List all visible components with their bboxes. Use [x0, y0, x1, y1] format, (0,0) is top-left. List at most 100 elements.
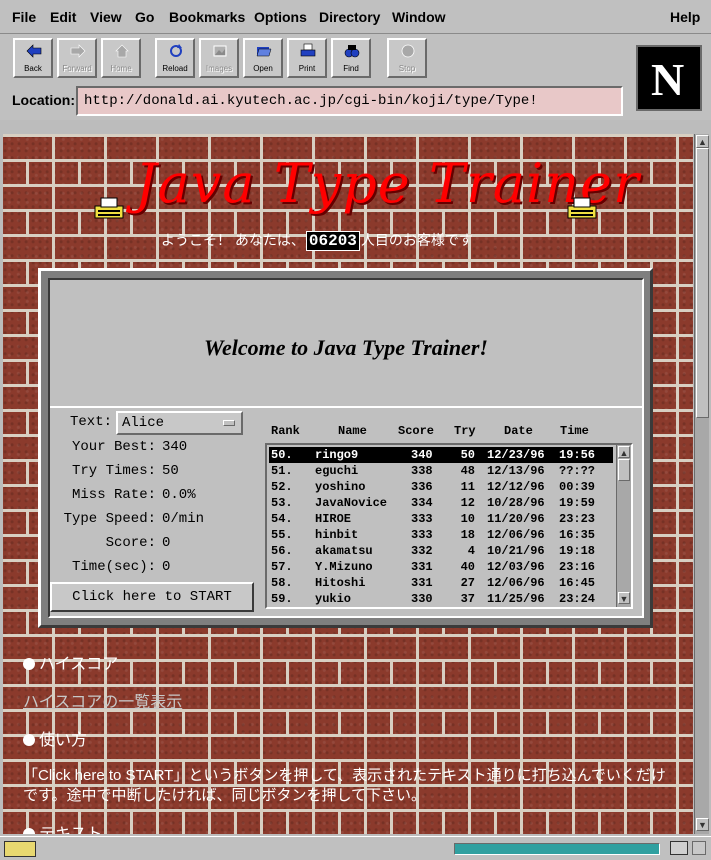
visitor-counter: 06203: [305, 231, 360, 251]
cell-name: eguchi: [315, 464, 359, 478]
back-button[interactable]: Back: [13, 38, 53, 78]
cell-try: 50: [460, 448, 475, 462]
miss-rate-value: 0.0%: [162, 487, 196, 503]
menu-edit[interactable]: Edit: [50, 9, 76, 25]
cell-time: 19:56: [559, 448, 596, 462]
welcome-suffix: 人目のお客様です: [360, 232, 473, 248]
cell-date: 10/28/96: [487, 496, 545, 510]
cell-rank: 55.: [271, 528, 293, 542]
netscape-logo[interactable]: N: [636, 45, 702, 111]
table-row[interactable]: 52. yoshino 336 11 12/12/96 00:39: [269, 479, 613, 495]
scroll-down-icon[interactable]: ▼: [618, 592, 630, 604]
open-button[interactable]: Open: [243, 38, 283, 78]
cell-rank: 50.: [271, 448, 293, 462]
typewriter-icon: [94, 197, 124, 219]
cell-score: 331: [411, 576, 433, 590]
cell-date: 12/12/96: [487, 480, 545, 494]
cell-try: 11: [460, 480, 475, 494]
location-field[interactable]: http://donald.ai.kyutech.ac.jp/cgi-bin/k…: [76, 86, 623, 116]
scroll-up-icon[interactable]: ▲: [618, 446, 630, 458]
menu-options[interactable]: Options: [254, 9, 307, 25]
usage-heading-text: 使い方: [39, 732, 88, 749]
menu-bar: File Edit View Go Bookmarks Options Dire…: [0, 0, 711, 34]
column-name: Name: [338, 424, 367, 438]
text-select[interactable]: Alice: [116, 411, 243, 435]
applet-banner: Welcome to Java Type Trainer!: [50, 280, 642, 408]
cell-rank: 57.: [271, 560, 293, 574]
highscore-heading: ハイスコア: [23, 650, 118, 674]
cell-rank: 53.: [271, 496, 293, 510]
cell-date: 10/21/96: [487, 544, 545, 558]
table-row[interactable]: 56. akamatsu 332 4 10/21/96 19:18: [269, 543, 613, 559]
cell-try: 4: [467, 544, 475, 558]
text-heading: テキスト: [23, 820, 103, 834]
table-row[interactable]: 58. Hitoshi 331 27 12/06/96 16:45: [269, 575, 613, 591]
menu-file[interactable]: File: [12, 9, 36, 25]
list-scrollbar[interactable]: ▲ ▼: [616, 445, 631, 607]
scroll-up-icon[interactable]: ▲: [696, 135, 709, 148]
cell-date: 12/23/96: [487, 448, 545, 462]
netscape-logo-letter: N: [651, 54, 685, 105]
table-row[interactable]: 55. hinbit 333 18 12/06/96 16:35: [269, 527, 613, 543]
page-scroll-thumb[interactable]: [696, 148, 709, 418]
text-heading-text: テキスト: [39, 826, 103, 834]
menu-go[interactable]: Go: [135, 9, 154, 25]
menu-window[interactable]: Window: [392, 9, 446, 25]
cell-date: 11/20/96: [487, 512, 545, 526]
menu-directory[interactable]: Directory: [319, 9, 380, 25]
time-value: 0: [162, 559, 171, 575]
cell-rank: 59.: [271, 592, 293, 606]
your-best-label: Your Best:: [71, 439, 156, 455]
cell-time: 23:24: [559, 592, 596, 606]
table-row[interactable]: 59. yukio 330 37 11/25/96 23:24: [269, 591, 613, 607]
cell-name: yoshino: [315, 480, 366, 494]
scroll-down-icon[interactable]: ▼: [696, 818, 709, 831]
find-label: Find: [343, 64, 359, 73]
cell-score: 338: [411, 464, 433, 478]
start-button[interactable]: Click here to START: [50, 582, 254, 612]
find-button[interactable]: Find: [331, 38, 371, 78]
highscore-list-link[interactable]: ハイスコアの一覧表示: [23, 688, 182, 712]
progress-bar: [454, 843, 660, 855]
time-label: Time(sec):: [71, 559, 156, 575]
usage-heading: 使い方: [23, 726, 87, 750]
images-button[interactable]: Images: [199, 38, 239, 78]
stop-button[interactable]: Stop: [387, 38, 427, 78]
cell-try: 27: [460, 576, 475, 590]
table-row[interactable]: 51. eguchi 338 48 12/13/96??:??: [269, 463, 613, 479]
security-key-icon[interactable]: [4, 841, 36, 857]
page-scrollbar[interactable]: ▲ ▼: [694, 134, 709, 834]
cell-time: 19:18: [559, 544, 596, 558]
miss-rate-label: Miss Rate:: [71, 487, 156, 503]
table-row[interactable]: 54. HIROE 333 10 11/20/96 23:23: [269, 511, 613, 527]
forward-arrow-icon: [70, 44, 86, 58]
print-button[interactable]: Print: [287, 38, 327, 78]
menu-bookmarks[interactable]: Bookmarks: [169, 9, 245, 25]
images-icon: [213, 45, 227, 57]
mail-icon[interactable]: [670, 841, 688, 855]
list-scroll-thumb[interactable]: [618, 459, 630, 481]
cell-date: 11/25/96: [487, 592, 545, 606]
cell-name: Y.Mizuno: [315, 560, 373, 574]
toolbar: Back Forward Home Reload Images Open Pri…: [0, 34, 711, 120]
text-select-value: Alice: [122, 415, 165, 431]
column-time: Time: [560, 424, 589, 438]
high-score-list[interactable]: 50. ringo9 340 50 12/23/96 19:56 51. eguchi 338 4…: [265, 443, 633, 609]
welcome-prefix: ようこそ！ あなたは、: [161, 232, 305, 248]
table-row[interactable]: 50. ringo9 340 50 12/23/96 19:56: [269, 447, 613, 463]
home-button[interactable]: Home: [101, 38, 141, 78]
menu-help[interactable]: Help: [670, 9, 700, 25]
reload-button[interactable]: Reload: [155, 38, 195, 78]
table-row[interactable]: 57. Y.Mizuno 331 40 12/03/96 23:16: [269, 559, 613, 575]
cell-try: 18: [460, 528, 475, 542]
dropdown-icon: [223, 420, 235, 426]
open-label: Open: [253, 64, 273, 73]
column-try: Try: [454, 424, 476, 438]
forward-button[interactable]: Forward: [57, 38, 97, 78]
column-date: Date: [504, 424, 533, 438]
highscore-heading-text: ハイスコア: [39, 656, 119, 673]
table-row[interactable]: 53. JavaNovice 334 12 10/28/96 19:59: [269, 495, 613, 511]
menu-view[interactable]: View: [90, 9, 122, 25]
cell-time: 23:16: [559, 560, 596, 574]
cell-rank: 58.: [271, 576, 293, 590]
